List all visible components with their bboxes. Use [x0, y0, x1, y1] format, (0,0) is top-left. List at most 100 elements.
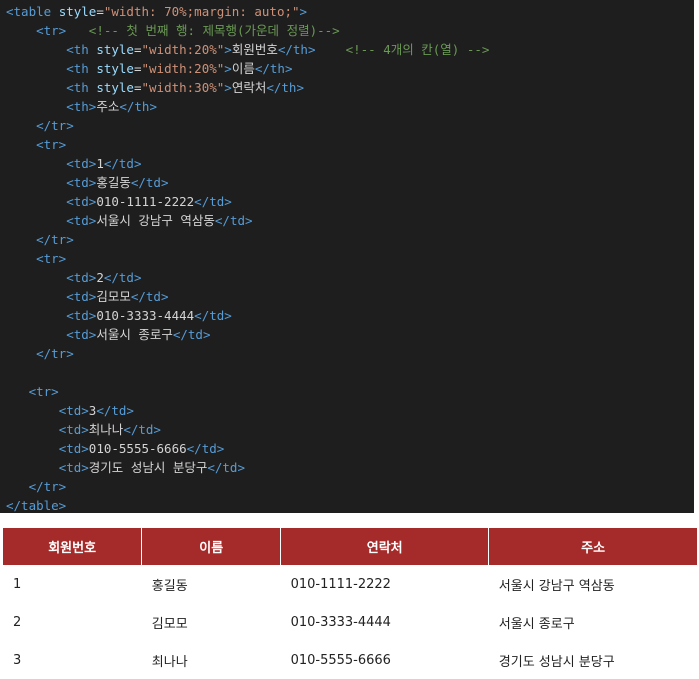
code-line: <td>010-1111-2222</td> — [6, 192, 694, 211]
code-token: <td> — [66, 175, 97, 190]
code-token: 1 — [96, 156, 104, 171]
code-token: <!-- 4개의 칸(열) --> — [345, 42, 490, 57]
code-line: <td>010-5555-6666</td> — [6, 439, 694, 458]
code-token: 회원번호 — [231, 42, 278, 57]
code-token: </th> — [119, 99, 157, 114]
code-token: = — [133, 61, 142, 76]
cell-member-no: 2 — [13, 614, 22, 630]
code-token: <td> — [58, 460, 89, 475]
header-contact: 연락처 — [280, 528, 490, 565]
code-token: <!-- 첫 번째 행: 제목행(가운데 정렬)--> — [88, 23, 340, 38]
code-token: <th — [66, 61, 97, 76]
code-line: </tr> — [6, 230, 694, 249]
header-member-no: 회원번호 — [3, 528, 143, 565]
code-token: = — [96, 4, 104, 19]
code-editor[interactable]: <table style="width: 70%;margin: auto;">… — [0, 0, 694, 513]
code-line: <th style="width:20%">이름</th> — [6, 59, 694, 78]
code-token: </td> — [207, 460, 245, 475]
code-token: <tr> — [36, 23, 67, 38]
code-token: </th> — [254, 61, 293, 76]
code-token: 서울시 종로구 — [96, 327, 173, 342]
member-table: 회원번호 이름 연락처 주소 1 홍길동 010-1111-2222 서울시 강… — [3, 528, 697, 679]
cell-address: 서울시 종로구 — [498, 616, 575, 632]
code-token: </th> — [266, 80, 304, 95]
code-line: <td>서울시 종로구</td> — [6, 325, 694, 344]
code-token: = — [133, 42, 142, 57]
code-token: 김모모 — [96, 289, 131, 304]
code-token: <tr> — [28, 384, 59, 399]
cell-contact: 010-1111-2222 — [290, 576, 391, 592]
code-token: 이름 — [231, 61, 255, 76]
code-line: <table style="width: 70%;margin: auto;"> — [6, 2, 694, 21]
code-token: style — [96, 42, 134, 57]
code-line: <td>홍길동</td> — [6, 173, 694, 192]
code-token: 최나나 — [88, 422, 124, 437]
code-line: <td>1</td> — [6, 154, 694, 173]
code-token: "width: 70%;margin: auto;" — [103, 4, 300, 19]
header-address: 주소 — [488, 528, 697, 565]
code-token: style — [96, 80, 134, 95]
code-token: </td> — [130, 175, 169, 190]
table-row: 1 홍길동 010-1111-2222 서울시 강남구 역삼동 — [3, 565, 697, 603]
code-token: </table> — [6, 498, 67, 513]
code-token: <th> — [66, 99, 97, 114]
code-token: <tr> — [36, 251, 67, 266]
code-token: 홍길동 — [96, 175, 131, 190]
code-token: "width:30%" — [141, 80, 225, 95]
code-line: <tr> — [6, 249, 694, 268]
code-token: <td> — [66, 289, 97, 304]
code-token: <tr> — [36, 137, 67, 152]
code-line: <td>서울시 강남구 역삼동</td> — [6, 211, 694, 230]
cell-name: 최나나 — [151, 654, 188, 670]
code-token: <td> — [58, 422, 89, 437]
code-token: <td> — [66, 308, 97, 323]
code-token: </td> — [214, 213, 253, 228]
cell-member-no: 1 — [13, 576, 22, 592]
code-token: </td> — [186, 441, 225, 456]
code-line: <td>010-3333-4444</td> — [6, 306, 694, 325]
code-token: </td> — [123, 422, 161, 437]
code-token: <table — [6, 4, 59, 19]
code-token: > — [224, 61, 232, 76]
code-line: <td>2</td> — [6, 268, 694, 287]
code-token: </td> — [194, 308, 232, 323]
code-line: <td>김모모</td> — [6, 287, 694, 306]
code-token: </td> — [194, 194, 232, 209]
code-token: "width:20%" — [141, 61, 225, 76]
code-line: <th style="width:30%">연락처</th> — [6, 78, 694, 97]
code-line: <td>경기도 성남시 분당구</td> — [6, 458, 694, 477]
code-token: <td> — [66, 156, 97, 171]
cell-name: 김모모 — [151, 616, 188, 632]
code-line: <th>주소</th> — [6, 97, 694, 116]
code-token: </td> — [96, 403, 134, 418]
code-token: </tr> — [36, 346, 74, 361]
code-token: style — [58, 4, 97, 19]
table-header-row: 회원번호 이름 연락처 주소 — [3, 528, 697, 565]
code-line: <th style="width:20%">회원번호</th> <!-- 4개의… — [6, 40, 694, 59]
code-token: 010-1111-2222 — [96, 194, 195, 209]
code-token: <td> — [58, 441, 89, 456]
cell-contact: 010-5555-6666 — [290, 652, 391, 668]
code-token: 주소 — [96, 99, 120, 114]
code-line: <tr> — [6, 135, 694, 154]
code-token: </tr> — [36, 232, 74, 247]
cell-address: 경기도 성남시 분당구 — [498, 654, 615, 670]
